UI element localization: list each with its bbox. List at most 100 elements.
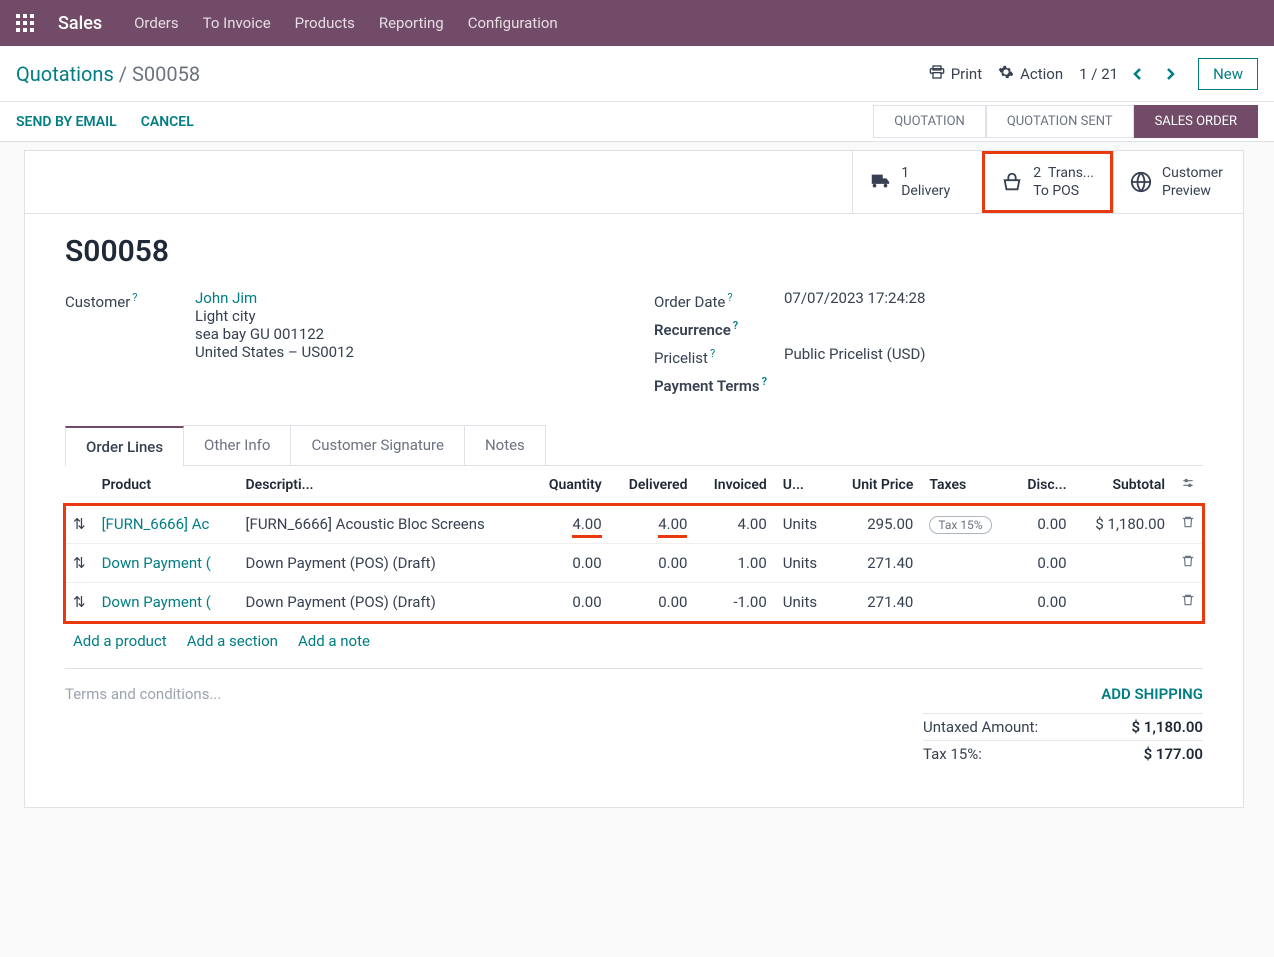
- cell-discount[interactable]: 0.00: [1011, 583, 1074, 622]
- cell-subtotal: $ 1,180.00: [1075, 505, 1173, 544]
- cell-tax[interactable]: [921, 544, 1011, 583]
- product-link[interactable]: Down Payment (: [102, 593, 211, 611]
- print-label: Print: [951, 65, 982, 83]
- cell-unit-price[interactable]: 271.40: [833, 583, 922, 622]
- nav-products[interactable]: Products: [295, 14, 355, 32]
- status-sales-order[interactable]: SALES ORDER: [1134, 105, 1258, 138]
- col-taxes[interactable]: Taxes: [921, 466, 1011, 505]
- delete-row-icon[interactable]: [1173, 505, 1203, 544]
- add-section-link[interactable]: Add a section: [187, 632, 278, 650]
- tab-customer-signature[interactable]: Customer Signature: [290, 425, 465, 465]
- app-brand[interactable]: Sales: [58, 13, 102, 34]
- cell-discount[interactable]: 0.00: [1011, 505, 1074, 544]
- stat-pos-line2: To POS: [1033, 182, 1094, 200]
- add-shipping-button[interactable]: ADD SHIPPING: [923, 685, 1203, 703]
- stat-delivery[interactable]: 1 Delivery: [852, 151, 982, 213]
- status-quotation-sent[interactable]: QUOTATION SENT: [986, 105, 1134, 138]
- control-bar: Quotations / S00058 Print Action 1 / 21 …: [0, 46, 1274, 102]
- pager-text[interactable]: 1 / 21: [1079, 65, 1118, 83]
- help-icon[interactable]: ?: [132, 291, 137, 304]
- help-icon[interactable]: ?: [727, 291, 732, 304]
- pricelist-value[interactable]: Public Pricelist (USD): [784, 345, 1203, 363]
- cell-unit-price[interactable]: 295.00: [833, 505, 922, 544]
- print-button[interactable]: Print: [929, 64, 982, 84]
- order-date-value[interactable]: 07/07/2023 17:24:28: [784, 289, 1203, 307]
- col-unit-price[interactable]: Unit Price: [833, 466, 922, 505]
- help-icon[interactable]: ?: [733, 319, 738, 332]
- help-icon[interactable]: ?: [710, 347, 715, 360]
- pager-next[interactable]: [1158, 62, 1182, 86]
- product-link[interactable]: Down Payment (: [102, 554, 211, 572]
- action-button[interactable]: Action: [998, 64, 1063, 84]
- table-row[interactable]: ⇅ [FURN_6666] Ac [FURN_6666] Acoustic Bl…: [65, 505, 1203, 544]
- breadcrumb-root[interactable]: Quotations: [16, 62, 114, 86]
- tab-order-lines[interactable]: Order Lines: [65, 426, 184, 466]
- drag-handle-icon[interactable]: ⇅: [65, 544, 94, 583]
- drag-handle-icon[interactable]: ⇅: [65, 583, 94, 622]
- col-product[interactable]: Product: [94, 466, 238, 505]
- customer-addr-2: sea bay GU 001122: [195, 325, 324, 343]
- untaxed-value: $ 1,180.00: [1103, 718, 1203, 736]
- table-row[interactable]: ⇅ Down Payment ( Down Payment (POS) (Dra…: [65, 544, 1203, 583]
- customer-link[interactable]: John Jim: [195, 289, 257, 307]
- nav-reporting[interactable]: Reporting: [379, 14, 444, 32]
- cell-invoiced[interactable]: 1.00: [695, 544, 774, 583]
- col-quantity[interactable]: Quantity: [531, 466, 610, 505]
- stat-pos-line1: 2 Trans...: [1033, 164, 1094, 182]
- column-settings-icon[interactable]: [1173, 466, 1203, 505]
- basket-icon: [1001, 171, 1023, 193]
- breadcrumb: Quotations / S00058: [16, 62, 200, 86]
- cell-description[interactable]: [FURN_6666] Acoustic Bloc Screens: [238, 505, 531, 544]
- cancel-button[interactable]: CANCEL: [141, 114, 194, 130]
- tab-other-info[interactable]: Other Info: [183, 425, 291, 465]
- tax-badge[interactable]: Tax 15%: [929, 516, 991, 534]
- cell-quantity[interactable]: 0.00: [531, 583, 610, 622]
- action-bar: SEND BY EMAIL CANCEL QUOTATION QUOTATION…: [0, 102, 1274, 142]
- col-invoiced[interactable]: Invoiced: [695, 466, 774, 505]
- pager-prev[interactable]: [1126, 62, 1150, 86]
- cell-uom[interactable]: Units: [775, 544, 833, 583]
- add-product-link[interactable]: Add a product: [73, 632, 167, 650]
- delete-row-icon[interactable]: [1173, 583, 1203, 622]
- col-uom[interactable]: U...: [775, 466, 833, 505]
- cell-unit-price[interactable]: 271.40: [833, 544, 922, 583]
- col-discount[interactable]: Disc...: [1011, 466, 1074, 505]
- pricelist-label: Pricelist?: [654, 345, 784, 367]
- stat-customer-preview[interactable]: Customer Preview: [1113, 151, 1243, 213]
- cell-delivered[interactable]: 4.00: [658, 515, 687, 538]
- cell-delivered[interactable]: 0.00: [610, 583, 696, 622]
- tab-notes[interactable]: Notes: [464, 425, 546, 465]
- cell-uom[interactable]: Units: [775, 505, 833, 544]
- order-lines-table: Product Descripti... Quantity Delivered …: [65, 466, 1203, 622]
- col-subtotal[interactable]: Subtotal: [1075, 466, 1173, 505]
- terms-input[interactable]: Terms and conditions...: [65, 685, 221, 767]
- stat-delivery-label: Delivery: [901, 182, 950, 200]
- breadcrumb-current: S00058: [132, 62, 200, 86]
- apps-icon[interactable]: [16, 14, 34, 32]
- nav-to-invoice[interactable]: To Invoice: [203, 14, 271, 32]
- drag-handle-icon[interactable]: ⇅: [65, 505, 94, 544]
- status-quotation[interactable]: QUOTATION: [873, 105, 986, 138]
- cell-discount[interactable]: 0.00: [1011, 544, 1074, 583]
- col-delivered[interactable]: Delivered: [610, 466, 696, 505]
- new-button[interactable]: New: [1198, 58, 1258, 90]
- cell-uom[interactable]: Units: [775, 583, 833, 622]
- stat-transfer-pos[interactable]: 2 Trans... To POS: [982, 151, 1113, 213]
- cell-invoiced[interactable]: 4.00: [695, 505, 774, 544]
- cell-description[interactable]: Down Payment (POS) (Draft): [238, 544, 531, 583]
- help-icon[interactable]: ?: [762, 375, 767, 388]
- cell-description[interactable]: Down Payment (POS) (Draft): [238, 583, 531, 622]
- nav-configuration[interactable]: Configuration: [468, 14, 558, 32]
- cell-quantity[interactable]: 0.00: [531, 544, 610, 583]
- nav-orders[interactable]: Orders: [134, 14, 179, 32]
- cell-invoiced[interactable]: -1.00: [695, 583, 774, 622]
- product-link[interactable]: [FURN_6666] Ac: [102, 515, 210, 533]
- cell-delivered[interactable]: 0.00: [610, 544, 696, 583]
- table-row[interactable]: ⇅ Down Payment ( Down Payment (POS) (Dra…: [65, 583, 1203, 622]
- send-email-button[interactable]: SEND BY EMAIL: [16, 114, 117, 130]
- col-description[interactable]: Descripti...: [238, 466, 531, 505]
- add-note-link[interactable]: Add a note: [298, 632, 370, 650]
- cell-tax[interactable]: [921, 583, 1011, 622]
- delete-row-icon[interactable]: [1173, 544, 1203, 583]
- cell-quantity[interactable]: 4.00: [572, 515, 601, 538]
